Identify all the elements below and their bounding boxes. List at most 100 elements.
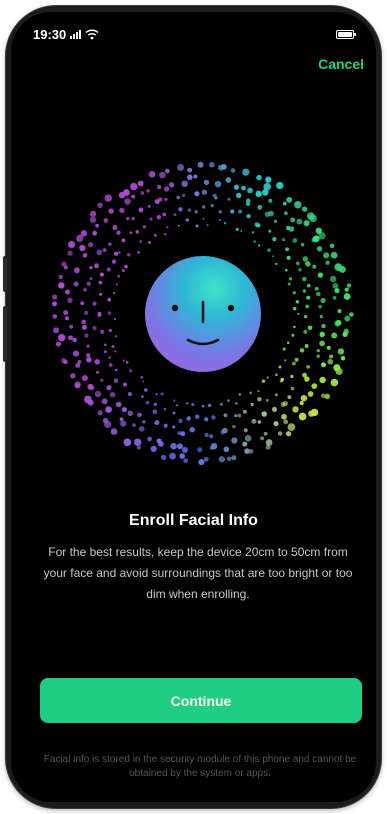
ring-dot (58, 282, 65, 289)
ring-dot (286, 196, 293, 203)
ring-dot (132, 423, 136, 427)
ring-dot (234, 401, 238, 405)
ring-dot (52, 314, 58, 319)
ring-dot (230, 209, 235, 214)
ring-dot (293, 325, 296, 329)
ring-dot (89, 266, 93, 270)
ring-dot (172, 411, 176, 415)
ring-dot (280, 401, 286, 408)
ring-dot (72, 350, 80, 357)
ring-dot (194, 191, 200, 197)
ring-dot (158, 197, 163, 202)
ring-dot (95, 223, 100, 228)
ring-dot (131, 194, 136, 199)
ring-dot (102, 248, 107, 253)
ring-dot (318, 232, 326, 240)
ring-dot (175, 404, 178, 407)
ring-dot (153, 402, 158, 407)
ring-dot (238, 393, 242, 396)
ring-dot (104, 343, 107, 347)
ring-dot (209, 161, 215, 168)
ring-dot (73, 281, 79, 287)
ring-dot (286, 255, 291, 260)
ring-dot (164, 186, 170, 192)
ring-dot (340, 355, 346, 361)
ring-dot (127, 410, 133, 416)
ring-dot (94, 390, 102, 398)
ring-dot (331, 332, 338, 339)
ring-dot (68, 335, 73, 341)
ring-dot (260, 436, 265, 441)
ring-dot (142, 225, 147, 229)
ring-dot (110, 428, 118, 435)
ring-dot (263, 182, 272, 191)
ring-dot (302, 256, 309, 262)
ring-dot (329, 354, 334, 359)
ring-dot (81, 375, 88, 382)
ring-dot (299, 348, 305, 353)
ring-dot (299, 401, 304, 406)
ring-dot (69, 324, 74, 329)
ring-dot (285, 247, 290, 252)
ring-dot (126, 216, 130, 221)
ring-dot (308, 410, 315, 417)
ring-dot (284, 268, 288, 272)
ring-dot (265, 398, 269, 402)
ring-dot (271, 255, 274, 258)
power-button (3, 306, 7, 362)
ring-dot (108, 356, 112, 359)
ring-dot (314, 286, 319, 291)
ring-dot (316, 246, 323, 252)
ring-dot (233, 184, 239, 190)
ring-dot (52, 294, 58, 300)
ring-dot (141, 395, 144, 398)
ring-dot (138, 426, 145, 432)
ring-dot (146, 189, 150, 193)
ring-dot (330, 251, 338, 259)
ring-dot (256, 174, 262, 181)
ring-dot (267, 248, 271, 252)
ring-dot (80, 230, 88, 237)
ring-dot (282, 347, 286, 351)
ring-dot (223, 446, 230, 453)
ring-dot (329, 243, 335, 249)
ring-dot (307, 391, 314, 397)
ring-dot (195, 224, 199, 228)
ring-dot (282, 201, 287, 206)
ring-dot (204, 432, 209, 438)
ring-dot (220, 429, 225, 435)
ring-dot (103, 218, 109, 223)
ring-dot (92, 230, 98, 236)
ring-dot (316, 348, 320, 353)
ring-dot (247, 187, 253, 194)
ring-dot (276, 181, 284, 190)
ring-dot (292, 361, 296, 366)
continue-button[interactable]: Continue (40, 678, 362, 723)
ring-dot (244, 448, 250, 454)
ring-dot (202, 217, 205, 220)
ring-dot (271, 406, 278, 412)
ring-dot (149, 217, 153, 221)
ring-dot (243, 409, 247, 414)
ring-dot (286, 341, 290, 345)
ring-dot (214, 180, 222, 188)
ring-dot (137, 251, 140, 254)
ring-dot (290, 374, 294, 379)
ring-dot (61, 357, 67, 364)
ring-dot (117, 274, 120, 278)
ring-dot (145, 400, 150, 405)
ring-dot (67, 297, 73, 303)
ring-dot (221, 164, 227, 170)
ring-dot (98, 280, 103, 285)
ring-dot (114, 368, 118, 372)
face-features-icon (171, 300, 235, 346)
ring-dot (194, 414, 200, 419)
ring-dot (150, 445, 157, 453)
ring-dot (139, 240, 143, 243)
ring-dot (201, 404, 205, 408)
ring-dot (106, 385, 112, 391)
ring-dot (52, 301, 58, 307)
ring-dot (268, 229, 272, 233)
ring-dot (202, 205, 206, 209)
ring-dot (187, 208, 192, 212)
